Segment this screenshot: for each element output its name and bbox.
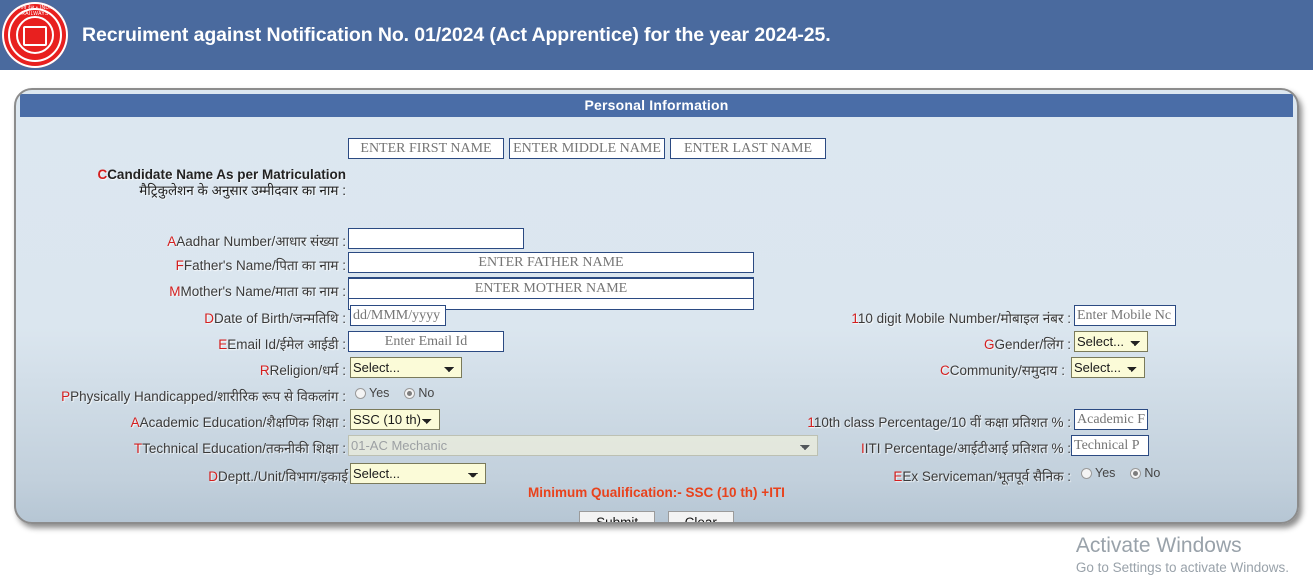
mother-name-label: MMother's Name/माता का नाम : — [169, 284, 346, 299]
ph-no-radio[interactable] — [404, 387, 416, 399]
ph-yes-radio[interactable] — [355, 387, 366, 399]
clear-button[interactable]: Clear — [667, 511, 734, 522]
father-label-text: Father's Name/पिता का नाम : — [183, 258, 346, 273]
religion-label-text: Religion/धर्म : — [269, 363, 346, 378]
community-select[interactable]: Select... — [1071, 357, 1145, 378]
father-name-label: FFather's Name/पिता का नाम : — [175, 258, 346, 273]
gender-select[interactable]: Select... — [1074, 331, 1148, 352]
ex-serviceman-no-radio[interactable] — [1130, 467, 1142, 479]
ph-yes-label: Yes — [369, 386, 390, 400]
submit-button[interactable]: Submit — [579, 511, 656, 522]
academic-education-label: AAcademic Education/शैक्षणिक शिक्षा : — [130, 415, 346, 430]
community-label: CCommunity/समुदाय : — [940, 363, 1065, 378]
academic-label-text: Academic Education/शैक्षणिक शिक्षा : — [139, 415, 346, 430]
deptt-label-text: Deptt./Unit/विभाग/इकाई — [218, 469, 348, 484]
mother-label-text: Mother's Name/माता का नाम : — [180, 284, 346, 299]
technical-education-label: TTechnical Education/तकनीकी शिक्षा : — [133, 441, 346, 456]
ph-label-text: Physically Handicapped/शारीरिक रूप से वि… — [70, 389, 346, 404]
personal-information-panel: Personal Information CCandidate Name As … — [14, 88, 1299, 524]
dob-label-text: Date of Birth/जन्मतिथि : — [214, 311, 346, 326]
deptt-unit-label: DDeptt./Unit/विभाग/इकाई — [208, 469, 348, 484]
academic-education-select[interactable]: SSC (10 th) — [350, 409, 440, 430]
religion-select[interactable]: Select... — [350, 357, 462, 378]
dob-label: DDate of Birth/जन्मतिथि : — [204, 311, 346, 326]
tenth-percentage-label: 110th class Percentage/10 वीं कक्षा प्रत… — [807, 415, 1071, 430]
gender-label-text: Gender/लिंग : — [994, 337, 1071, 352]
iti-pct-label-text: ITI Percentage/आईटीआई प्रतिशत % : — [864, 441, 1071, 456]
candidate-name-label: CCandidate Name As per Matriculation मैट… — [97, 167, 346, 198]
first-name-input[interactable] — [348, 138, 504, 159]
aadhar-label-text: Aadhar Number/आधार संख्या : — [176, 234, 346, 249]
form-buttons: Submit Clear — [16, 511, 1297, 522]
aadhar-input[interactable] — [348, 228, 524, 249]
watermark-line-2: Go to Settings to activate Windows. — [1075, 560, 1289, 575]
physically-handicapped-radio-group[interactable]: Yes No — [355, 386, 434, 400]
minimum-qualification-note: Minimum Qualification:- SSC (10 th) +ITI — [528, 485, 785, 500]
section-title: Personal Information — [20, 94, 1293, 117]
middle-name-input[interactable] — [509, 138, 665, 159]
page-title: Recruiment against Notification No. 01/2… — [82, 23, 831, 46]
email-label-text: Email Id/ईमेल आईडी : — [227, 337, 346, 352]
physically-handicapped-label: PPhysically Handicapped/शारीरिक रूप से व… — [61, 389, 346, 404]
watermark-line-1: Activate Windows — [1075, 534, 1242, 557]
last-name-input[interactable] — [670, 138, 826, 159]
iti-percentage-input[interactable] — [1071, 435, 1149, 456]
tenth-pct-label-text: 10th class Percentage/10 वीं कक्षा प्रति… — [813, 415, 1071, 430]
community-label-text: Community/समुदाय : — [949, 363, 1065, 378]
windows-activation-watermark: Activate Windows Go to Settings to activ… — [1076, 533, 1289, 577]
mobile-input[interactable] — [1074, 305, 1176, 326]
mobile-label: 110 digit Mobile Number/मोबाइल नंबर : — [851, 311, 1071, 326]
deptt-unit-select[interactable]: Select... — [350, 463, 486, 484]
ex-serviceman-label: EEx Serviceman/भूतपूर्व सैनिक : — [893, 469, 1071, 484]
dob-input[interactable] — [350, 305, 446, 326]
email-label: EEmail Id/ईमेल आईडी : — [218, 337, 346, 352]
name-parts-row — [348, 138, 826, 159]
app-header: भारतीय रेल • INDIAN RAILWAYS Recruiment … — [0, 0, 1313, 70]
form-body: CCandidate Name As per Matriculation मैट… — [16, 117, 1297, 522]
religion-label: RReligion/धर्म : — [259, 363, 346, 378]
mobile-label-text: 10 digit Mobile Number/मोबाइल नंबर : — [857, 311, 1071, 326]
mother-name-input[interactable] — [348, 278, 754, 299]
ex-serviceman-no-label: No — [1144, 466, 1161, 480]
email-input[interactable] — [348, 331, 504, 352]
ex-serviceman-yes-label: Yes — [1095, 466, 1116, 480]
ex-serviceman-radio-group[interactable]: Yes No — [1081, 466, 1160, 480]
iti-percentage-label: IITI Percentage/आईटीआई प्रतिशत % : — [861, 441, 1071, 456]
logo-locomotive — [23, 26, 47, 47]
aadhar-label: AAadhar Number/आधार संख्या : — [167, 234, 346, 249]
technical-label-text: Technical Education/तकनीकी शिक्षा : — [142, 441, 346, 456]
technical-education-select[interactable]: 01-AC Mechanic — [348, 435, 818, 456]
ex-serviceman-label-text: Ex Serviceman/भूतपूर्व सैनिक : — [902, 469, 1071, 484]
candidate-name-label-hi: मैट्रिकुलेशन के अनुसार उम्मीदवार का नाम … — [139, 182, 346, 198]
indian-railways-logo-icon: भारतीय रेल • INDIAN RAILWAYS — [2, 2, 68, 68]
tenth-percentage-input[interactable] — [1074, 409, 1148, 430]
gender-label: GGender/लिंग : — [983, 337, 1071, 352]
candidate-name-label-en: Candidate Name As per Matriculation — [107, 167, 346, 182]
father-name-input[interactable] — [348, 252, 754, 273]
ph-no-label: No — [418, 386, 435, 400]
ex-serviceman-yes-radio[interactable] — [1081, 467, 1092, 479]
